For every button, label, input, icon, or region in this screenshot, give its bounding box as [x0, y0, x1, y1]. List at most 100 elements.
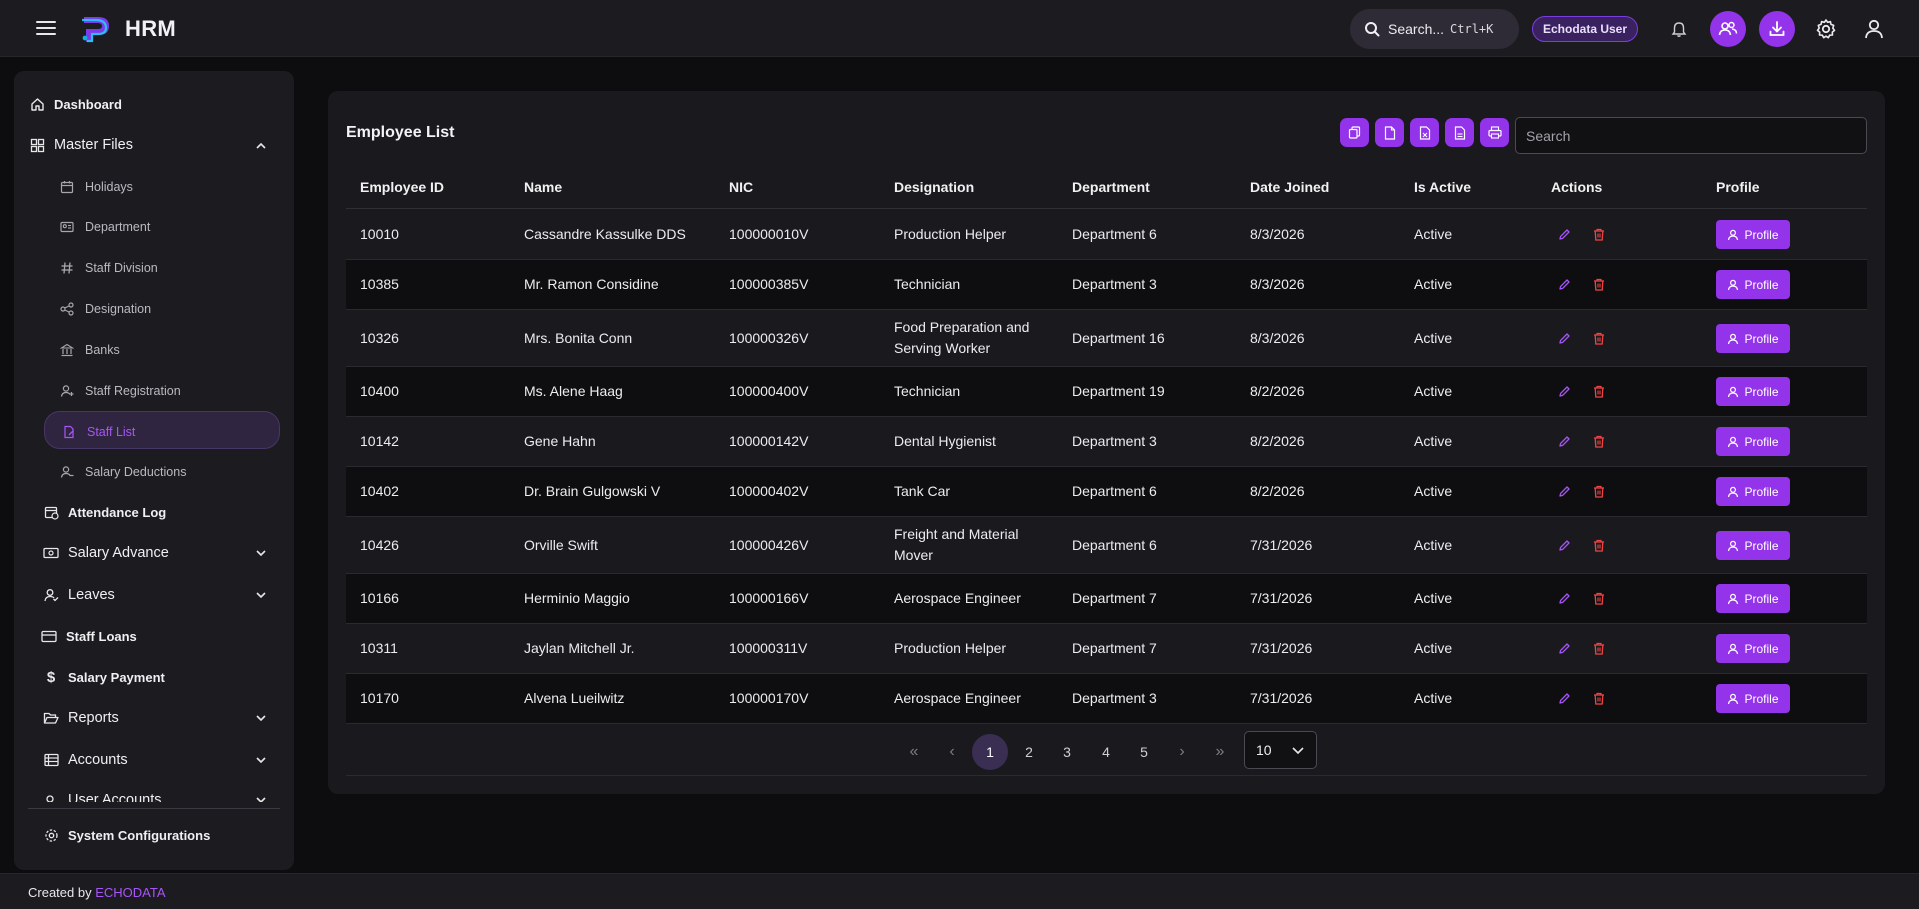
cell-designation: Production Helper	[894, 640, 1007, 656]
trash-icon[interactable]	[1590, 275, 1608, 293]
cell-department: Department 7	[1072, 590, 1157, 606]
user-chip[interactable]: Echodata User	[1532, 16, 1639, 42]
page-button-3[interactable]: 3	[1049, 734, 1085, 770]
cell-name: Jaylan Mitchell Jr.	[524, 640, 635, 656]
footer-brand-link[interactable]: ECHODATA	[95, 885, 165, 900]
bell-icon[interactable]	[1661, 11, 1697, 47]
sidebar-item-staff-list-label[interactable]: Staff List	[60, 423, 280, 441]
column-employee-id[interactable]: Employee ID	[360, 179, 444, 195]
sidebar-item-system-configurations[interactable]: System Configurations	[42, 826, 280, 844]
sidebar-item-label: User Accounts	[68, 792, 162, 802]
column-name[interactable]: Name	[524, 179, 562, 195]
sidebar-item-department[interactable]: Department	[58, 218, 280, 236]
hrm-logo	[82, 17, 109, 43]
profile-button[interactable]: Profile	[1716, 531, 1790, 560]
profile-button[interactable]: Profile	[1716, 684, 1790, 713]
sidebar-item-attendance-log[interactable]: Attendance Log	[42, 503, 280, 521]
profile-button[interactable]: Profile	[1716, 324, 1790, 353]
cell-department: Department 3	[1072, 276, 1157, 292]
sidebar-item-master-files[interactable]: Master Files	[28, 136, 280, 154]
edit-icon[interactable]	[1555, 689, 1573, 707]
chevron-down-icon	[1292, 743, 1304, 760]
page-button-2[interactable]: 2	[1011, 734, 1047, 770]
sidebar-item-leaves[interactable]: Leaves	[42, 586, 280, 604]
user-icon[interactable]	[1856, 11, 1892, 47]
edit-icon[interactable]	[1555, 275, 1573, 293]
page-button-4[interactable]: 4	[1088, 734, 1124, 770]
trash-icon[interactable]	[1590, 432, 1608, 450]
profile-button-label: Profile	[1744, 538, 1779, 553]
prev-page-button[interactable]: ‹	[934, 734, 970, 770]
export-excel-button[interactable]	[1410, 118, 1439, 147]
trash-icon[interactable]	[1590, 225, 1608, 243]
profile-button[interactable]: Profile	[1716, 377, 1790, 406]
export-pdf-button[interactable]	[1445, 118, 1474, 147]
trash-icon[interactable]	[1590, 536, 1608, 554]
profile-button[interactable]: Profile	[1716, 477, 1790, 506]
sidebar-item-staff-division[interactable]: Staff Division	[58, 259, 280, 277]
edit-icon[interactable]	[1555, 225, 1573, 243]
page-button-5[interactable]: 5	[1126, 734, 1162, 770]
sidebar: Dashboard Master Files Holidays Departme…	[14, 71, 294, 870]
sidebar-item-user-accounts[interactable]: User Accounts	[42, 792, 280, 802]
sidebar-item-banks[interactable]: Banks	[58, 341, 280, 359]
column-designation[interactable]: Designation	[894, 179, 974, 195]
column-department[interactable]: Department	[1072, 179, 1150, 195]
column-nic[interactable]: NIC	[729, 179, 753, 195]
column-date-joined[interactable]: Date Joined	[1250, 179, 1329, 195]
gear-icon[interactable]	[1808, 11, 1844, 47]
sidebar-item-dashboard[interactable]: Dashboard	[28, 95, 280, 113]
cash-icon	[42, 544, 60, 562]
edit-icon[interactable]	[1555, 382, 1573, 400]
edit-icon[interactable]	[1555, 482, 1573, 500]
sidebar-item-designation[interactable]: Designation	[58, 300, 280, 318]
last-page-button[interactable]: »	[1202, 734, 1238, 770]
first-page-button[interactable]: «	[896, 734, 932, 770]
profile-button[interactable]: Profile	[1716, 634, 1790, 663]
edit-icon[interactable]	[1555, 329, 1573, 347]
edit-icon[interactable]	[1555, 589, 1573, 607]
share-icon	[58, 300, 76, 318]
sidebar-item-holidays[interactable]: Holidays	[58, 178, 280, 196]
export-csv-button[interactable]	[1375, 118, 1404, 147]
user-icon	[1728, 386, 1739, 397]
cell-employee-id: 10400	[360, 383, 399, 399]
sidebar-item-salary-deductions[interactable]: Salary Deductions	[58, 463, 280, 481]
trash-icon[interactable]	[1590, 329, 1608, 347]
profile-button[interactable]: Profile	[1716, 270, 1790, 299]
copy-button[interactable]	[1340, 118, 1369, 147]
sidebar-item-salary-advance[interactable]: Salary Advance	[42, 544, 280, 562]
users-icon[interactable]	[1710, 11, 1746, 47]
profile-button-label: Profile	[1744, 434, 1779, 449]
download-icon[interactable]	[1759, 11, 1795, 47]
sidebar-item-salary-payment[interactable]: $ Salary Payment	[42, 668, 280, 686]
cell-nic: 100000426V	[729, 537, 809, 553]
edit-icon[interactable]	[1555, 536, 1573, 554]
csv-icon	[1384, 125, 1395, 140]
menu-icon[interactable]	[34, 17, 58, 41]
profile-button[interactable]: Profile	[1716, 584, 1790, 613]
edit-icon[interactable]	[1555, 432, 1573, 450]
trash-icon[interactable]	[1590, 482, 1608, 500]
search-icon	[1365, 22, 1380, 37]
trash-icon[interactable]	[1590, 382, 1608, 400]
trash-icon[interactable]	[1590, 689, 1608, 707]
trash-icon[interactable]	[1590, 639, 1608, 657]
sidebar-item-staff-loans[interactable]: Staff Loans	[40, 627, 280, 645]
global-search-button[interactable]: Search... Ctrl+K	[1350, 9, 1519, 49]
sidebar-item-accounts[interactable]: Accounts	[42, 751, 280, 769]
table-search-input[interactable]	[1515, 117, 1867, 154]
user-icon	[1728, 593, 1739, 604]
next-page-button[interactable]: ›	[1164, 734, 1200, 770]
sidebar-item-reports[interactable]: Reports	[42, 709, 280, 727]
edit-icon[interactable]	[1555, 639, 1573, 657]
sidebar-item-staff-registration[interactable]: Staff Registration	[58, 382, 280, 400]
profile-button[interactable]: Profile	[1716, 427, 1790, 456]
print-button[interactable]	[1480, 118, 1509, 147]
trash-icon[interactable]	[1590, 589, 1608, 607]
rows-per-page-select[interactable]: 10	[1244, 731, 1317, 769]
page-button-1[interactable]: 1	[972, 734, 1008, 770]
profile-button[interactable]: Profile	[1716, 220, 1790, 249]
column-is-active[interactable]: Is Active	[1414, 179, 1471, 195]
cell-name: Cassandre Kassulke DDS	[524, 226, 686, 242]
